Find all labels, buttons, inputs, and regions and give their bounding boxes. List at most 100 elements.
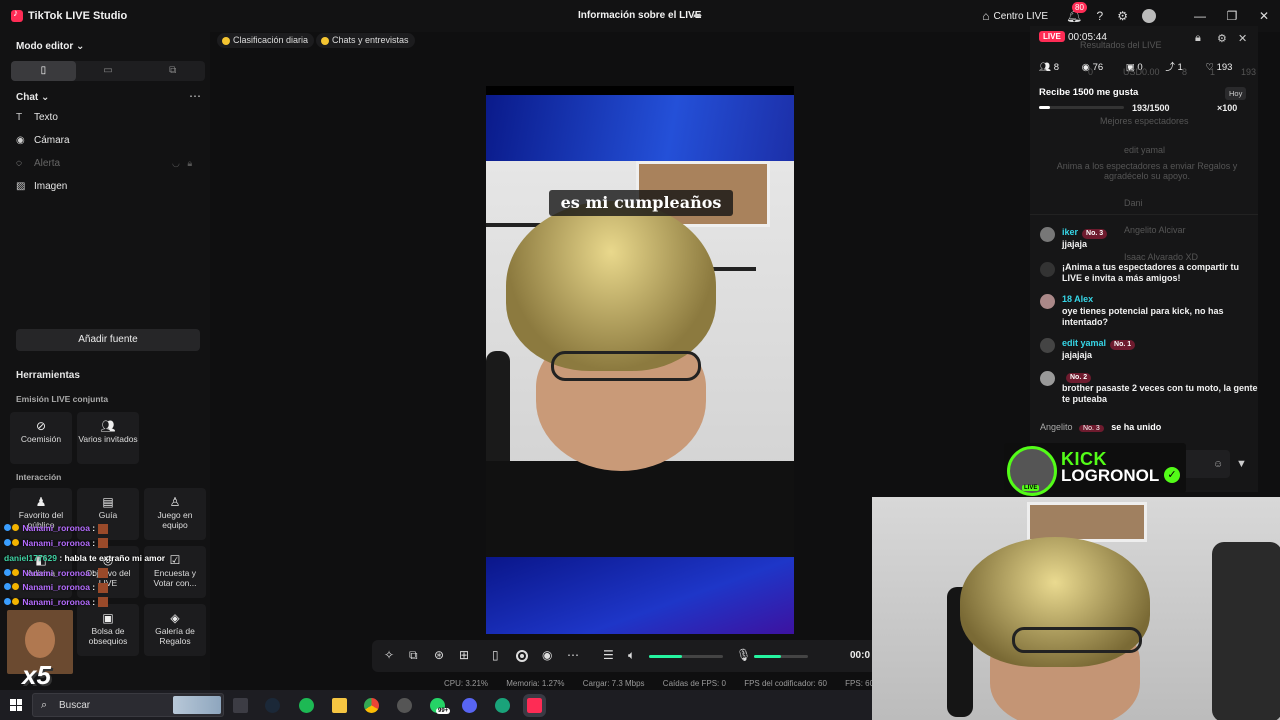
close-icon[interactable]: ✕ [1238,32,1247,45]
overlay-user: Nanami_roronoa [22,597,90,607]
emoji-icon[interactable]: ☺ [1213,459,1223,470]
add-media-icon[interactable]: ⊞ [459,648,469,662]
gift-gallery-button[interactable]: ◈ Galería de Regalos [144,604,206,656]
mic-volume-slider[interactable] [754,655,808,658]
gear-icon[interactable]: ⚙ [1117,9,1128,23]
ghost-gifts-hint: Anima a los espectadores a enviar Regalo… [1056,161,1238,181]
source-item-alert[interactable]: ◌ Alerta [16,158,60,169]
camera-settings-icon[interactable]: ◉ [542,648,552,662]
tool-label: Galería de Regalos [155,626,195,646]
overlay-user: Nanami_roronoa [22,582,90,592]
speaker-icon[interactable]: 🔈︎ [628,648,635,663]
kick-avatar: LIVE [1007,446,1057,496]
gift-bag-button[interactable]: ▣ Bolsa de obsequios [77,604,139,656]
bell-icon[interactable]: 🔔︎ 80 [1066,2,1087,24]
emote-icon [98,597,108,607]
magic-wand-icon[interactable]: ✧ [384,648,394,662]
tool-label: Encuesta y Votar con... [153,568,197,588]
overlay-chat-line: Nanami_roronoa : [4,597,95,607]
webcam-overlay [872,497,1280,720]
tools-header: Herramientas [16,370,80,381]
editor-mode-dropdown[interactable]: Modo editor ⌄ [16,41,84,52]
chat-text: jjajaja [1062,239,1088,249]
views-count: 76 [1092,62,1104,73]
chat-user: No. 2 [1062,371,1092,383]
landscape-mode-button[interactable]: ▭ [76,61,141,81]
lock-icon[interactable]: 🔒︎ [1195,32,1201,45]
share-icon[interactable]: ➦ [693,9,702,22]
meme-multiplier: x5 [22,660,51,690]
steam-icon[interactable] [265,698,280,713]
spotify-icon[interactable] [299,698,314,713]
taskbar-search[interactable]: ⌕ Buscar [32,693,224,717]
live-preview[interactable]: es mi cumpleaños [486,86,794,634]
mic-fill [754,655,781,658]
overlay-user: daniel177629 [4,553,57,563]
badge-icon [12,569,19,576]
chat-scene-dropdown[interactable]: Chat ⌄ [16,92,49,103]
app-icon[interactable] [397,698,412,713]
home-icon[interactable]: ⌂ [982,9,989,23]
interaction-header: Interacción [16,472,62,482]
fps-stat: FPS: 60 [845,679,875,688]
record-icon[interactable] [516,650,528,662]
effects-icon[interactable]: ⊛ [434,648,444,662]
sliders-icon[interactable]: ☰ [603,648,614,662]
help-icon[interactable]: ? [1097,9,1104,23]
file-explorer-icon[interactable] [332,698,347,713]
obs-icon[interactable] [495,698,510,713]
overlay-user: Nanami_roronoa [22,538,90,548]
cohost-button[interactable]: ⊘ Coemisión [10,412,72,464]
portrait-mode-button[interactable]: ▯ [11,61,76,81]
speaker-volume-slider[interactable] [649,655,723,658]
screen-share-icon[interactable]: ⧉ [409,648,418,663]
ghost-user: edit yamal [1124,145,1166,155]
gaming-chair [1212,542,1280,720]
upload-stat: Cargar: 7.3 Mbps [582,679,645,688]
cpu-stat: CPU: 3.21% [444,679,489,688]
notification-badge: 80 [1072,2,1087,13]
viewers-count: 8 [1053,62,1059,73]
badge-icon [4,598,11,605]
close-icon[interactable]: ✕ [1248,9,1280,23]
wall-poster [1027,502,1147,542]
rank-badge: No. 3 [1082,229,1108,239]
dual-mode-button[interactable]: ⧉ [140,61,205,81]
microphone-icon[interactable]: 🎙︎ [736,648,751,662]
settings-icon[interactable]: ⚙ [1217,32,1227,45]
tool-label: Coemisión [20,434,62,444]
live-panel: LIVE 00:05:44 Resultados del LIVE 🔒︎ ⚙ ✕… [1030,26,1258,492]
more-icon[interactable]: ⋯ [567,648,579,662]
visibility-lock-icons[interactable]: ◡ 🔒︎ [172,158,192,169]
minimize-icon[interactable]: — [1184,9,1216,23]
discord-icon[interactable] [462,698,477,713]
joined-user: Angelito [1040,422,1073,432]
rank-badge: No. 1 [1110,340,1136,350]
badge-icon [12,539,19,546]
tiktok-studio-icon[interactable] [523,694,546,717]
overlay-chat-line: Nanami_roronoa : [4,523,95,533]
shares-stat: ⤴ 1 [1165,62,1183,73]
add-source-button[interactable]: Añadir fuente [16,329,200,351]
team-game-button[interactable]: ♙ Juego en equipo [144,488,206,540]
chats-interviews-chip[interactable]: Chats y entrevistas [316,33,415,48]
windows-start-icon[interactable] [10,699,22,711]
chrome-icon[interactable] [364,698,379,713]
task-view-icon[interactable] [233,698,248,713]
more-options-icon[interactable]: ⋯ [189,89,201,103]
multi-guest-button[interactable]: 👥︎ Varios invitados [77,412,139,464]
source-item-camera[interactable]: ◉ Cámara [16,135,70,146]
source-item-image[interactable]: ▨ Imagen [16,181,67,192]
daily-ranking-chip[interactable]: Clasificación diaria [217,33,315,48]
centro-live-link[interactable]: Centro LIVE [994,11,1048,22]
profile-avatar[interactable] [1142,9,1156,23]
restore-icon[interactable]: ❐ [1216,9,1248,23]
phone-icon[interactable]: ▯ [492,648,499,662]
filter-icon[interactable]: ▼ [1236,458,1247,470]
live-info-title[interactable]: Información sobre el LIVE [578,10,701,21]
source-item-text[interactable]: T Texto [16,112,58,123]
link-icon: ⊘ [35,419,47,433]
goal-period-badge[interactable]: Hoy [1225,87,1247,100]
volume-fill [649,655,683,658]
source-label: Texto [34,112,58,123]
